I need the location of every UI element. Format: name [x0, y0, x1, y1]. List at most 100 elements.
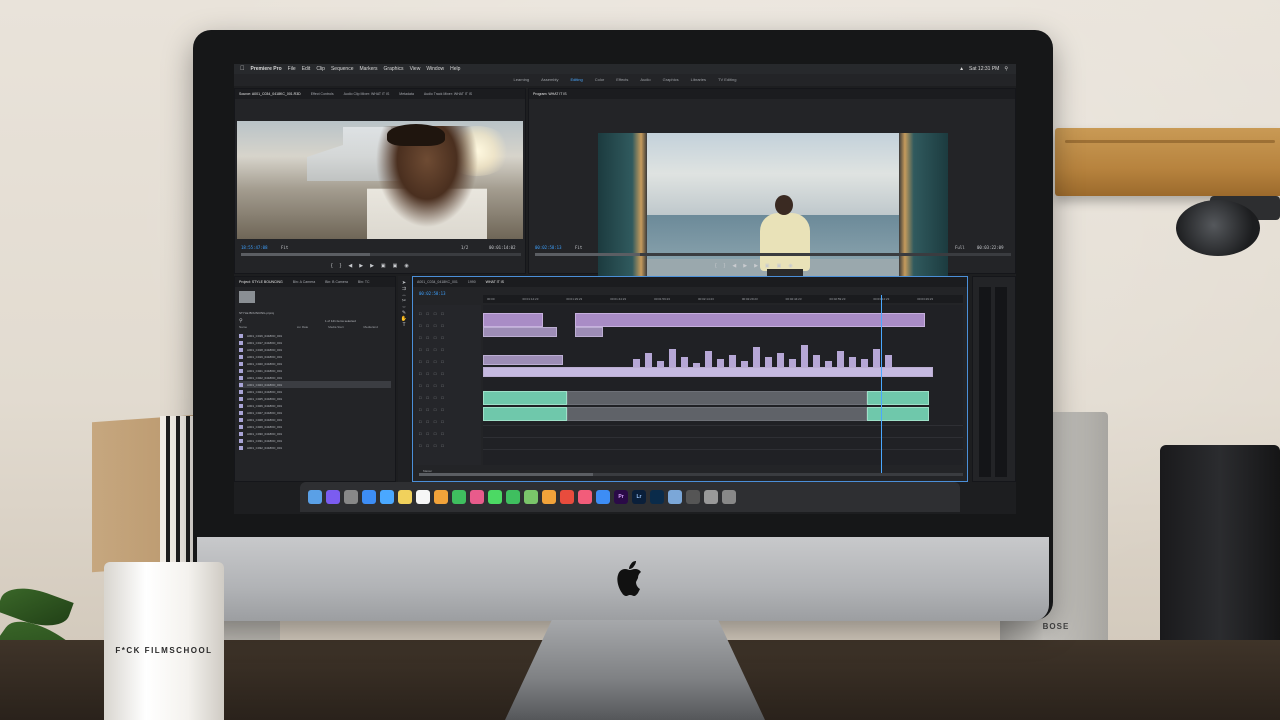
- track-header[interactable]: □ □ □ □: [419, 407, 477, 415]
- graphic-clip[interactable]: [681, 357, 688, 367]
- audio-clip[interactable]: [567, 391, 867, 405]
- lock-icon[interactable]: □: [419, 323, 421, 331]
- track-header[interactable]: □ □ □ □: [419, 419, 477, 427]
- overwrite-icon[interactable]: ▣: [393, 263, 398, 269]
- menu-item[interactable]: File: [288, 64, 296, 74]
- eye-icon[interactable]: □: [434, 407, 436, 415]
- notes-icon[interactable]: [398, 490, 412, 504]
- workspace-tab-active[interactable]: Editing: [570, 74, 582, 86]
- video-clip[interactable]: [575, 313, 925, 327]
- sync-icon[interactable]: □: [426, 383, 428, 391]
- sync-icon[interactable]: □: [426, 335, 428, 343]
- column-header[interactable]: Media Start: [328, 325, 343, 329]
- trash-icon[interactable]: [722, 490, 736, 504]
- column-header[interactable]: Media End: [364, 325, 378, 329]
- menubar-clock[interactable]: Sat 12:31 PM: [969, 64, 999, 74]
- numbers-icon[interactable]: [452, 490, 466, 504]
- lift-icon[interactable]: ▣: [765, 263, 770, 269]
- tab-sequence[interactable]: A001_C034_0418KC_001: [417, 277, 458, 287]
- app-store-icon[interactable]: [596, 490, 610, 504]
- project-list-item[interactable]: A001_C023_0418KD_001: [239, 381, 391, 388]
- column-header[interactable]: ion Rate: [297, 325, 308, 329]
- search-icon[interactable]: ⚲: [239, 318, 245, 324]
- source-timecode-in[interactable]: 18:55:47:08: [241, 245, 268, 250]
- track-header[interactable]: □ □ □ □: [419, 443, 477, 451]
- step-back-icon[interactable]: ◀: [348, 263, 352, 269]
- audio-clip[interactable]: [483, 407, 567, 421]
- lock-icon[interactable]: □: [419, 443, 421, 451]
- graphic-clip[interactable]: [633, 359, 640, 367]
- graphic-clip[interactable]: [729, 355, 736, 367]
- menu-item[interactable]: Premiere Pro: [251, 64, 282, 74]
- sync-icon[interactable]: □: [426, 443, 428, 451]
- eye-icon[interactable]: □: [434, 311, 436, 319]
- camera-icon[interactable]: ◉: [404, 263, 408, 269]
- track-header[interactable]: □ □ □ □: [419, 323, 477, 331]
- project-list-item[interactable]: A001_C020_0418KD_001: [239, 360, 391, 367]
- extract-icon[interactable]: ▣: [777, 263, 782, 269]
- siri-icon[interactable]: [326, 490, 340, 504]
- play-icon[interactable]: ▶: [359, 263, 363, 269]
- premiere-icon[interactable]: Pr: [614, 490, 628, 504]
- menu-item[interactable]: Sequence: [331, 64, 354, 74]
- track-header[interactable]: □ □ □ □: [419, 359, 477, 367]
- lock-icon[interactable]: □: [419, 371, 421, 379]
- mute-icon[interactable]: □: [441, 395, 443, 403]
- mark-in-icon[interactable]: {: [331, 263, 333, 269]
- graphic-clip[interactable]: [873, 349, 880, 367]
- step-back-icon[interactable]: ◀: [732, 263, 736, 269]
- tab-sequence[interactable]: 1990: [468, 277, 476, 287]
- lock-icon[interactable]: □: [419, 359, 421, 367]
- sync-icon[interactable]: □: [426, 431, 428, 439]
- lock-icon[interactable]: □: [419, 407, 421, 415]
- project-list-item[interactable]: A001_C026_0418KD_001: [239, 402, 391, 409]
- track-header[interactable]: □ □ □ □: [419, 347, 477, 355]
- graphic-clip[interactable]: [765, 357, 772, 367]
- menu-item[interactable]: Window: [426, 64, 444, 74]
- eye-icon[interactable]: □: [434, 431, 436, 439]
- mute-icon[interactable]: □: [441, 347, 443, 355]
- source-video-frame[interactable]: [237, 121, 523, 239]
- tab-program[interactable]: Program: WHAT IT IS: [533, 89, 567, 99]
- menu-item[interactable]: Markers: [359, 64, 377, 74]
- eye-icon[interactable]: □: [434, 443, 436, 451]
- lock-icon[interactable]: □: [419, 311, 421, 319]
- source-resolution-select[interactable]: 1/2: [461, 245, 468, 250]
- timeline-ruler[interactable]: 00:00 00:01:14:23 00:01:29:23 00:01:44:23 00…: [483, 295, 963, 303]
- mark-out-icon[interactable]: }: [340, 263, 342, 269]
- sync-icon[interactable]: □: [426, 359, 428, 367]
- graphic-clip[interactable]: [801, 345, 808, 367]
- mute-icon[interactable]: □: [441, 419, 443, 427]
- project-list-item[interactable]: A001_C029_0418KD_001: [239, 423, 391, 430]
- eye-icon[interactable]: □: [434, 347, 436, 355]
- workspace-tab[interactable]: TV Editing: [718, 74, 736, 86]
- sync-icon[interactable]: □: [426, 395, 428, 403]
- project-list-item[interactable]: A001_C018_0418KD_001: [239, 346, 391, 353]
- play-icon[interactable]: ▶: [743, 263, 747, 269]
- program-timecode-in[interactable]: 00:02:58:13: [535, 245, 562, 250]
- menu-item[interactable]: Clip: [316, 64, 325, 74]
- type-icon[interactable]: T: [398, 322, 410, 328]
- graphic-clip[interactable]: [669, 349, 676, 367]
- source-scrubber[interactable]: [241, 253, 521, 256]
- graphic-clip[interactable]: [777, 353, 784, 367]
- tab-audio-track-mixer[interactable]: Audio Track Mixer: WHAT IT IS: [424, 89, 472, 99]
- photos-icon[interactable]: [470, 490, 484, 504]
- graphic-clip[interactable]: [837, 351, 844, 367]
- sync-icon[interactable]: □: [426, 371, 428, 379]
- eye-icon[interactable]: □: [434, 419, 436, 427]
- tab-project[interactable]: Project: STYLE BOUNCING: [239, 277, 283, 287]
- video-clip[interactable]: [483, 313, 543, 327]
- video-clip[interactable]: [575, 327, 603, 337]
- graphic-clip[interactable]: [813, 355, 820, 367]
- mute-icon[interactable]: □: [441, 407, 443, 415]
- photoshop-icon[interactable]: [650, 490, 664, 504]
- safari-icon[interactable]: [362, 490, 376, 504]
- audio-clip[interactable]: [483, 391, 567, 405]
- launchpad-icon[interactable]: [344, 490, 358, 504]
- audio-clip[interactable]: [867, 391, 929, 405]
- source-fit-select[interactable]: Fit: [281, 245, 288, 250]
- project-list-item[interactable]: A001_C032_0418KD_001: [239, 444, 391, 451]
- lock-icon[interactable]: □: [419, 431, 421, 439]
- video-clip[interactable]: [483, 355, 563, 365]
